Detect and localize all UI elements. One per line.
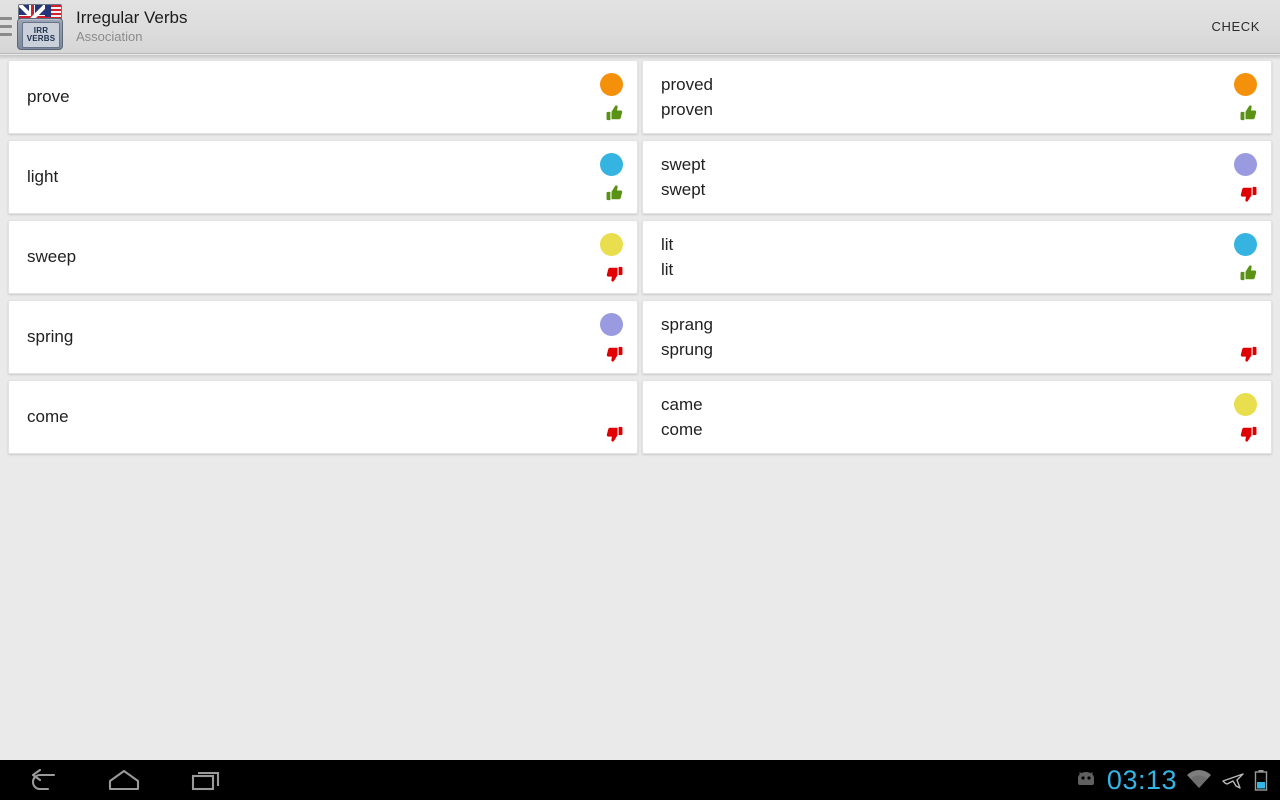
app-icon-plate-inner: IRR VERBS	[22, 21, 60, 48]
verb-card-right[interactable]: came come	[642, 380, 1272, 454]
verb-word: lit	[661, 234, 674, 254]
verb-row: light swept swept	[0, 140, 1280, 220]
verb-card-left[interactable]: prove	[8, 60, 638, 134]
verb-word: swept	[661, 154, 706, 174]
airplane-mode-icon	[1221, 770, 1245, 790]
verb-word: spring	[27, 327, 74, 347]
verb-card-marks	[583, 220, 637, 294]
verb-word: come	[661, 419, 703, 439]
verb-card-words: come	[9, 408, 583, 426]
verb-card-marks	[1217, 380, 1271, 454]
verb-word: sprung	[661, 339, 713, 359]
verb-word: light	[27, 167, 59, 187]
verb-card-marks	[1217, 300, 1271, 374]
verb-word: sweep	[27, 247, 77, 267]
thumb-down-icon	[603, 342, 625, 364]
wifi-icon	[1186, 770, 1212, 790]
verb-card-words: sweep	[9, 248, 583, 266]
verb-card-right[interactable]: proved proven	[642, 60, 1272, 134]
page-title: Irregular Verbs	[76, 7, 188, 27]
verb-word: swept	[661, 179, 706, 199]
verb-card-left[interactable]: sweep	[8, 220, 638, 294]
check-button[interactable]: CHECK	[1195, 0, 1276, 54]
color-dot-indicator	[1234, 393, 1257, 416]
android-robot-icon	[1074, 771, 1098, 789]
verb-card-marks	[583, 380, 637, 454]
system-navigation-bar: 03:13	[0, 760, 1280, 800]
page-subtitle: Association	[76, 29, 143, 45]
app-icon-plate-line2: VERBS	[26, 33, 56, 43]
home-icon[interactable]	[104, 760, 144, 800]
thumb-up-icon	[603, 182, 625, 204]
verb-card-words: lit lit	[643, 234, 1217, 279]
thumb-down-icon	[603, 262, 625, 284]
verb-card-words: came come	[643, 394, 1217, 439]
color-dot-indicator	[1234, 233, 1257, 256]
verb-card-words: sprang sprung	[643, 314, 1217, 359]
battery-icon	[1254, 769, 1268, 791]
verb-card-right[interactable]: sprang sprung	[642, 300, 1272, 374]
verb-card-right[interactable]: lit lit	[642, 220, 1272, 294]
thumb-up-icon	[603, 102, 625, 124]
color-dot-indicator	[600, 313, 623, 336]
verb-card-words: spring	[9, 328, 583, 346]
verb-card-right[interactable]: swept swept	[642, 140, 1272, 214]
verb-card-words: light	[9, 168, 583, 186]
color-dot-indicator	[600, 153, 623, 176]
verb-card-marks	[1217, 60, 1271, 134]
action-bar: IRR VERBS Irregular Verbs Association CH…	[0, 0, 1280, 54]
thumb-down-icon	[1237, 182, 1259, 204]
verb-word: sprang	[661, 314, 713, 334]
hamburger-line	[0, 17, 12, 20]
verb-card-marks	[1217, 140, 1271, 214]
verb-card-marks	[1217, 220, 1271, 294]
verb-card-marks	[583, 140, 637, 214]
back-arrow-icon[interactable]	[22, 760, 62, 800]
verb-card-marks	[583, 300, 637, 374]
verb-list: prove proved proven light swept swept sweep lit…	[0, 60, 1280, 760]
color-dot-indicator	[1234, 73, 1257, 96]
color-dot-indicator	[600, 233, 623, 256]
verb-card-words: proved proven	[643, 74, 1217, 119]
verb-word: proven	[661, 99, 713, 119]
thumb-up-icon	[1237, 262, 1259, 284]
verb-word: lit	[661, 259, 674, 279]
thumb-down-icon	[603, 422, 625, 444]
verb-card-left[interactable]: come	[8, 380, 638, 454]
app-root: IRR VERBS Irregular Verbs Association CH…	[0, 0, 1280, 800]
app-icon-plate: IRR VERBS	[17, 17, 63, 50]
verb-row: sweep lit lit	[0, 220, 1280, 300]
verb-word: proved	[661, 74, 713, 94]
verb-row: spring sprang sprung	[0, 300, 1280, 380]
thumb-up-icon	[1237, 102, 1259, 124]
verb-word: prove	[27, 87, 70, 107]
verb-card-left[interactable]: spring	[8, 300, 638, 374]
hamburger-line	[0, 25, 12, 28]
verb-row: prove proved proven	[0, 60, 1280, 140]
color-dot-indicator	[600, 73, 623, 96]
irregular-verbs-app-icon[interactable]: IRR VERBS	[12, 2, 64, 52]
color-dot-indicator	[1234, 153, 1257, 176]
hamburger-line	[0, 33, 12, 36]
verb-card-marks	[583, 60, 637, 134]
status-clock: 03:13	[1106, 764, 1177, 795]
status-area[interactable]: 03:13	[1074, 764, 1268, 795]
verb-word: came	[661, 394, 703, 414]
title-block: Irregular Verbs Association	[76, 7, 188, 45]
verb-card-words: prove	[9, 88, 583, 106]
verb-row: come came come	[0, 380, 1280, 460]
thumb-down-icon	[1237, 342, 1259, 364]
recent-apps-icon[interactable]	[186, 760, 226, 800]
thumb-down-icon	[1237, 422, 1259, 444]
verb-word: come	[27, 407, 69, 427]
nav-button-group	[22, 760, 226, 800]
verb-card-left[interactable]: light	[8, 140, 638, 214]
verb-card-words: swept swept	[643, 154, 1217, 199]
